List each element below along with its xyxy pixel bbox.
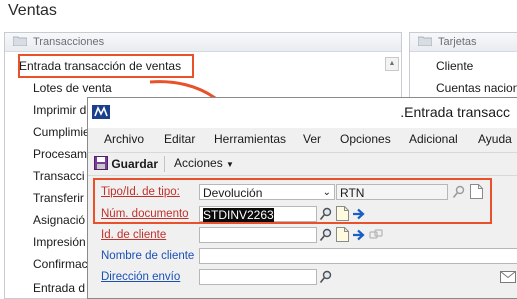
customer-id-field[interactable] [199, 227, 317, 243]
lookup-icon[interactable] [319, 270, 333, 284]
shipping-address-field[interactable] [199, 269, 317, 285]
menu-opciones[interactable]: Opciones [340, 132, 391, 146]
chevron-down-icon: ▼ [226, 160, 234, 169]
envelope-icon[interactable] [500, 271, 516, 283]
menu-bar: Archivo Editar Herramientas Ver Opciones… [88, 128, 517, 150]
toolbar: Guardar Acciones ▼ [88, 152, 517, 176]
customer-id-label[interactable]: Id. de cliente [101, 229, 166, 241]
save-button[interactable]: Guardar [94, 156, 158, 172]
menu-archivo[interactable]: Archivo [104, 132, 144, 146]
note-icon[interactable] [336, 227, 349, 242]
menu-ayuda[interactable]: Ayuda [478, 132, 512, 146]
actions-dropdown[interactable]: Acciones ▼ [174, 156, 234, 170]
toolbar-separator [164, 156, 165, 172]
link-icon[interactable] [369, 228, 383, 242]
save-label: Guardar [111, 157, 159, 171]
menu-adicional[interactable]: Adicional [409, 132, 458, 146]
menu-editar[interactable]: Editar [164, 132, 195, 146]
save-icon [94, 156, 108, 170]
menu-herramientas[interactable]: Herramientas [214, 132, 286, 146]
shipping-address-label[interactable]: Dirección envío [101, 271, 180, 283]
go-arrow-icon[interactable] [352, 228, 366, 242]
window-title: .Entrada transacc [400, 104, 510, 120]
customer-name-label: Nombre de cliente [101, 250, 195, 262]
app-logo-icon [92, 105, 110, 119]
lookup-icon[interactable] [319, 228, 333, 242]
highlight-required-fields [93, 178, 492, 224]
window-titlebar: .Entrada transacc [88, 98, 517, 128]
customer-name-field[interactable] [199, 248, 517, 264]
actions-label: Acciones [174, 156, 223, 170]
menu-ver[interactable]: Ver [303, 132, 321, 146]
